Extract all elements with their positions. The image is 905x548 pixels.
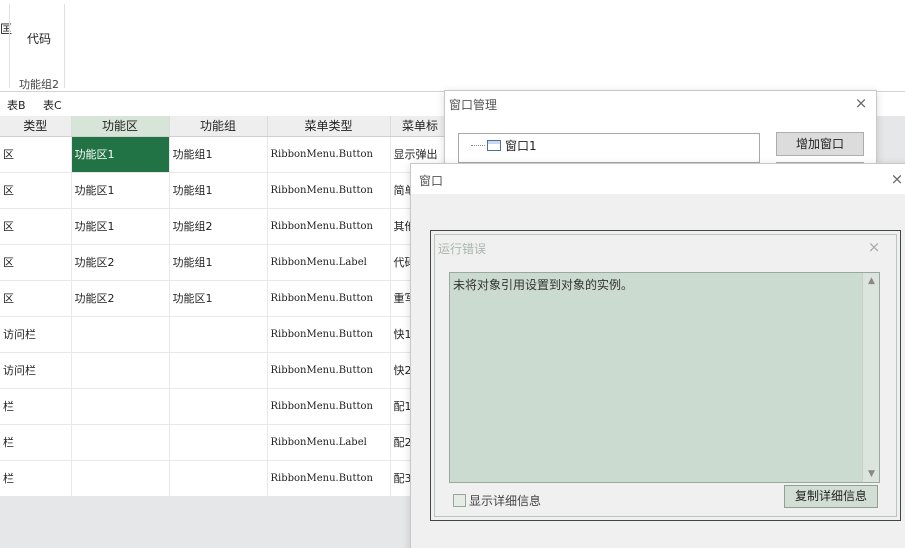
ribbon-fragment-label: 匡 (0, 22, 13, 36)
cell-menu-type[interactable]: RibbonMenu.Button (267, 208, 391, 245)
cell-group[interactable] (169, 388, 268, 425)
cell-area[interactable] (71, 352, 170, 389)
column-header-menu-label[interactable]: 菜单标 (390, 116, 451, 137)
column-header-area[interactable]: 功能区 (71, 116, 170, 137)
cell-type[interactable]: 区 (0, 280, 72, 317)
cell-menu-type[interactable]: RibbonMenu.Label (267, 244, 391, 281)
cell-area[interactable]: 功能区2 (71, 244, 170, 281)
cell-menu-type[interactable]: RibbonMenu.Label (267, 424, 391, 461)
table-row[interactable]: 区功能区2 功能区1 RibbonMenu.Button 重写 (0, 280, 451, 317)
window-tree[interactable]: 窗口1 (458, 133, 760, 163)
close-icon[interactable]: × (849, 93, 873, 113)
error-dialog-title: 运行错误 (438, 242, 487, 256)
cell-area[interactable]: 功能区1 (71, 172, 170, 209)
show-details-checkbox[interactable]: 显示详细信息 (453, 492, 541, 509)
cell-type[interactable]: 访问栏 (0, 316, 72, 353)
table-row[interactable]: 区功能区1 功能组1 RibbonMenu.Button 显示弹出 (0, 136, 451, 173)
error-message: 未将对象引用设置到对象的实例。 (453, 278, 634, 292)
cell-type[interactable]: 栏 (0, 460, 72, 497)
cell-group[interactable] (169, 316, 268, 353)
table-row[interactable]: 访问栏 RibbonMenu.Button 快1 (0, 316, 451, 353)
cell-group[interactable] (169, 460, 268, 497)
window-title: 窗口 (419, 174, 444, 188)
cell-group[interactable]: 功能区1 (169, 280, 268, 317)
table-row[interactable]: 区功能区2 功能组1 RibbonMenu.Label 代码 (0, 244, 451, 281)
cell-type[interactable]: 栏 (0, 388, 72, 425)
column-header-group[interactable]: 功能组 (169, 116, 268, 137)
cell-area[interactable] (71, 388, 170, 425)
table-row[interactable]: 区功能区1 功能组2 RibbonMenu.Button 其他 (0, 208, 451, 245)
copy-details-button[interactable]: 复制详细信息 (784, 485, 878, 508)
error-dialog-frame: 运行错误 × 未将对象引用设置到对象的实例。 ▲ ▼ 显示详细信息 复制详细信息 (430, 230, 901, 521)
cell-group[interactable] (169, 352, 268, 389)
cell-group[interactable]: 功能组2 (169, 208, 268, 245)
cell-area[interactable]: 功能区1 (71, 208, 170, 245)
cell-type[interactable]: 区 (0, 208, 72, 245)
cell-type[interactable]: 栏 (0, 424, 72, 461)
cell-type[interactable]: 区 (0, 172, 72, 209)
window-manager-title: 窗口管理 (449, 98, 498, 112)
tree-item-label: 窗口1 (505, 139, 537, 153)
table-row[interactable]: 访问栏 RibbonMenu.Button 快2 (0, 352, 451, 389)
cell-type[interactable]: 区 (0, 136, 72, 173)
window-dialog: 窗口 × 运行错误 × 未将对象引用设置到对象的实例。 ▲ ▼ 显示详细信息 复… (410, 163, 905, 548)
ribbon-group-label: 功能组2 (19, 78, 59, 91)
checkbox-icon[interactable] (453, 494, 466, 507)
error-dialog: 运行错误 × 未将对象引用设置到对象的实例。 ▲ ▼ 显示详细信息 复制详细信息 (434, 234, 897, 517)
error-scrollbar[interactable]: ▲ ▼ (862, 273, 879, 482)
cell-area[interactable] (71, 424, 170, 461)
cell-area[interactable] (71, 460, 170, 497)
table-row[interactable]: 栏 RibbonMenu.Label 配2 (0, 424, 451, 461)
cell-type[interactable]: 访问栏 (0, 352, 72, 389)
cell-type[interactable]: 区 (0, 244, 72, 281)
table-row[interactable]: 栏 RibbonMenu.Button 配3 (0, 460, 451, 497)
cell-group[interactable]: 功能组1 (169, 244, 268, 281)
add-window-button[interactable]: 增加窗口 (776, 132, 864, 156)
cell-group[interactable] (169, 424, 268, 461)
window-title-bar: 窗口 × (411, 164, 905, 194)
error-message-box[interactable]: 未将对象引用设置到对象的实例。 ▲ ▼ (449, 272, 880, 483)
column-header-type[interactable]: 类型 (0, 116, 72, 137)
cell-area[interactable]: 功能区2 (71, 280, 170, 317)
tab-sheet-b[interactable]: 表B (7, 97, 26, 113)
column-header-menu-type[interactable]: 菜单类型 (267, 116, 391, 137)
cell-group[interactable]: 功能组1 (169, 136, 268, 173)
table-row[interactable]: 区功能区1 功能组1 RibbonMenu.Button 简单 (0, 172, 451, 209)
scroll-up-icon[interactable]: ▲ (863, 273, 880, 289)
tab-sheet-c[interactable]: 表C (43, 97, 62, 113)
tree-connector (471, 145, 485, 146)
show-details-label: 显示详细信息 (469, 494, 542, 508)
cell-menu-type[interactable]: RibbonMenu.Button (267, 388, 391, 425)
cell-group[interactable]: 功能组1 (169, 172, 268, 209)
ribbon-separator (64, 4, 65, 88)
scroll-down-icon[interactable]: ▼ (863, 466, 880, 482)
cell-menu-type[interactable]: RibbonMenu.Button (267, 460, 391, 497)
cell-menu-type[interactable]: RibbonMenu.Button (267, 316, 391, 353)
cell-menu-type[interactable]: RibbonMenu.Button (267, 172, 391, 209)
cell-area[interactable] (71, 316, 170, 353)
close-icon[interactable]: × (862, 237, 886, 257)
table-row[interactable]: 栏 RibbonMenu.Button 配1 (0, 388, 451, 425)
cell-menu-type[interactable]: RibbonMenu.Button (267, 352, 391, 389)
cell-menu-type[interactable]: RibbonMenu.Button (267, 136, 391, 173)
ribbon: 匡 代码 功能组2 (0, 0, 905, 92)
close-icon[interactable]: × (885, 169, 905, 189)
ribbon-separator (9, 4, 10, 88)
code-button[interactable]: 代码 (27, 30, 51, 47)
tree-item-window1[interactable]: 窗口1 (471, 137, 537, 154)
cell-area[interactable]: 功能区1 (71, 136, 170, 173)
cell-menu-type[interactable]: RibbonMenu.Button (267, 280, 391, 317)
window-node-icon (487, 140, 501, 151)
